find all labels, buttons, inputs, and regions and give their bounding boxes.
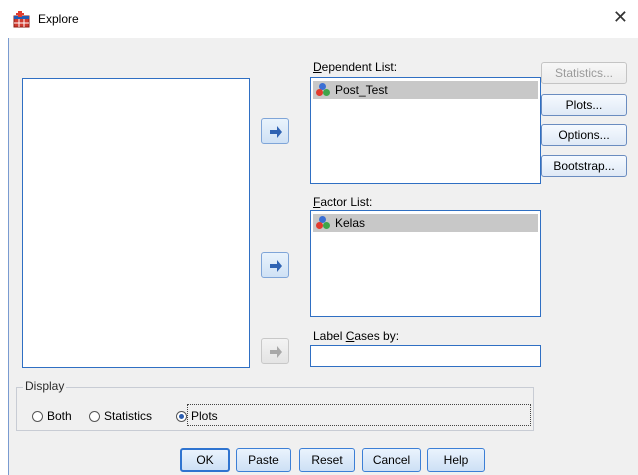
title-bar: Explore ✕ (0, 0, 638, 38)
focus-indicator (187, 404, 531, 426)
dependent-list[interactable]: Post_Test (310, 77, 541, 184)
help-button[interactable]: Help (427, 448, 485, 472)
nominal-variable-icon (315, 82, 331, 98)
display-group-title: Display (23, 379, 67, 393)
options-button[interactable]: Options... (541, 124, 627, 146)
move-to-label-cases-button[interactable] (261, 338, 289, 364)
reset-button[interactable]: Reset (299, 448, 355, 472)
source-variable-list[interactable] (22, 78, 250, 368)
paste-button[interactable]: Paste (236, 448, 291, 472)
close-icon[interactable]: ✕ (613, 7, 628, 28)
statistics-button[interactable]: Statistics... (541, 62, 627, 84)
list-item-label: Post_Test (335, 83, 388, 97)
radio-button-icon (32, 410, 43, 422)
ok-button[interactable]: OK (180, 448, 230, 472)
dependent-list-label: Dependent List: (313, 60, 398, 74)
move-to-dependent-button[interactable] (261, 118, 289, 144)
radio-statistics-label: Statistics (104, 409, 153, 423)
arrow-right-icon (270, 346, 282, 358)
radio-both[interactable]: Both (32, 409, 72, 423)
window-title: Explore (38, 12, 79, 26)
radio-both-label: Both (47, 409, 72, 423)
spss-app-icon (13, 11, 30, 28)
label-cases-label: Label Cases by: (313, 329, 400, 343)
bootstrap-button[interactable]: Bootstrap... (541, 155, 627, 177)
factor-list[interactable]: Kelas (310, 210, 541, 317)
radio-statistics[interactable]: Statistics (89, 409, 152, 423)
radio-button-selected-icon (176, 410, 187, 422)
arrow-right-icon (270, 260, 282, 272)
arrow-right-icon (270, 126, 282, 138)
nominal-variable-icon (315, 215, 331, 231)
cancel-button[interactable]: Cancel (362, 448, 421, 472)
list-item[interactable]: Post_Test (313, 81, 538, 99)
list-item[interactable]: Kelas (313, 214, 538, 232)
plots-button[interactable]: Plots... (541, 94, 627, 116)
radio-button-icon (89, 410, 100, 422)
move-to-factor-button[interactable] (261, 252, 289, 278)
list-item-label: Kelas (335, 216, 366, 230)
factor-list-label: Factor List: (313, 195, 373, 209)
label-cases-field[interactable] (310, 345, 541, 367)
